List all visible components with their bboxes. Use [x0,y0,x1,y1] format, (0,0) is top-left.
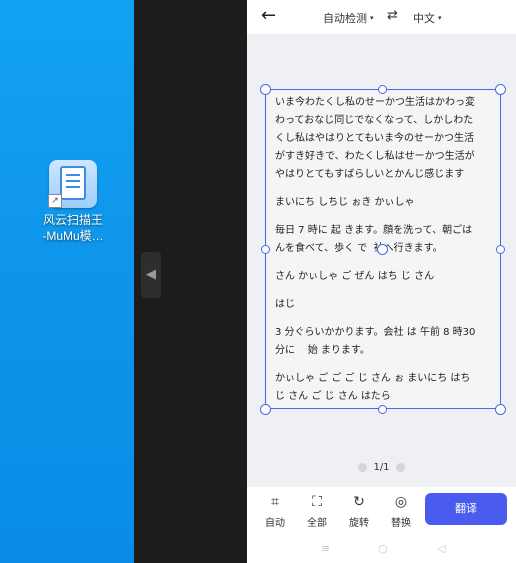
camera-icon: ◎ [394,494,408,510]
crop-handle-bottom[interactable] [378,405,387,414]
menu-icon[interactable]: ≡ [321,542,330,555]
source-language-label: 自动检测 [323,12,367,25]
document-preview-area: いま今わたくし私のせーかつ生活はかわっ変 わっておなじ同じでなくなって、しかしわ… [247,34,516,487]
tool-replace-label: 替换 [391,518,411,529]
triangle-left-icon[interactable]: ◀ [141,252,161,298]
page-prev-dot[interactable] [358,462,368,472]
tool-select-all-label: 全部 [307,518,327,529]
select-all-icon: ⛶ [312,494,322,510]
arrow-left-icon[interactable]: ← [261,6,276,26]
tool-rotate-button[interactable]: ↻ 旋转 [342,493,376,529]
page-indicator: 1/1 [247,462,516,478]
crop-handle-left[interactable] [261,245,270,254]
desktop-shortcut-label: 风云扫描王 -MuMu模… [42,213,104,243]
target-language-label: 中文 [413,12,435,25]
swap-language-icon[interactable]: ⇄ [387,8,398,23]
back-icon[interactable]: ◁ [437,542,445,555]
translate-button[interactable]: 翻译 [425,493,507,525]
rotate-icon: ↻ [353,494,365,510]
crop-handle-top[interactable] [378,85,387,94]
tool-select-all-button[interactable]: ⛶ 全部 [300,493,334,529]
phone-screen: ← 自动检测 ▾ ⇄ 中文 ▾ いま今わたくし私のせーかつ生活はかわっ変 わっておな… [247,0,516,563]
crop-handle-center[interactable] [377,244,388,255]
tool-replace-button[interactable]: ◎ 替换 [384,493,418,529]
source-language-selector[interactable]: 自动检测 ▾ [323,10,374,26]
bottom-toolbar: ⌗ 自动 ⛶ 全部 ↻ 旋转 ◎ 替换 翻译 [247,487,516,537]
crop-handle-top-left[interactable] [260,84,271,95]
tool-auto-button[interactable]: ⌗ 自动 [258,493,292,529]
desktop-background: ↗ 风云扫描王 -MuMu模… [0,0,134,563]
tool-rotate-label: 旋转 [349,518,369,529]
android-nav-bar: ≡ ○ ◁ [247,537,516,563]
crop-handle-bottom-left[interactable] [260,404,271,415]
caret-down-icon: ▾ [370,14,374,22]
crop-handle-top-right[interactable] [495,84,506,95]
home-icon[interactable]: ○ [378,542,388,555]
crop-handle-right[interactable] [496,245,505,254]
target-language-selector[interactable]: 中文 ▾ [413,10,442,26]
shortcut-arrow-icon: ↗ [48,194,62,208]
crop-handle-bottom-right[interactable] [495,404,506,415]
page-counter: 1/1 [373,462,390,473]
top-bar: ← 自动检测 ▾ ⇄ 中文 ▾ [247,0,516,34]
auto-crop-icon: ⌗ [271,494,279,510]
tool-auto-label: 自动 [265,518,285,529]
caret-down-icon: ▾ [438,14,442,22]
page-next-dot[interactable] [395,462,405,472]
